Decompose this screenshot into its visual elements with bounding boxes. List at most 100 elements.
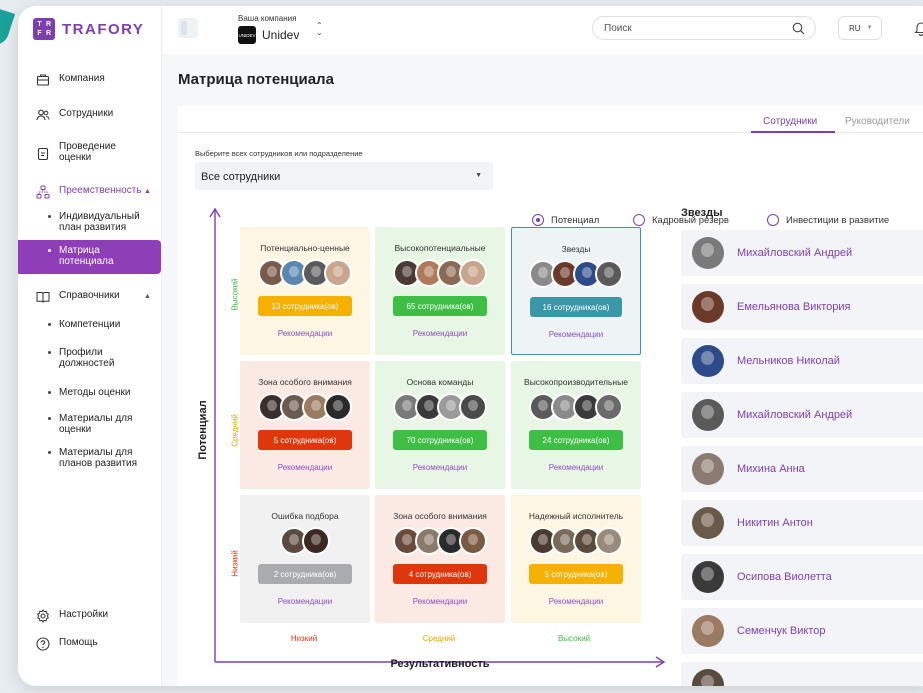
bullet	[48, 323, 51, 326]
list-item[interactable]	[681, 662, 923, 686]
matrix-cell-high-performers[interactable]: Высокопроизводительные 24 сотрудника(ов)…	[511, 361, 641, 489]
help-icon	[36, 637, 50, 651]
sidebar-item-label: Справочники	[59, 290, 120, 301]
sidebar-subitem-label: Матрица потенциала	[59, 245, 114, 267]
sidebar-item-label: Помощь	[59, 637, 98, 648]
tab-employees[interactable]: Сотрудники	[763, 116, 817, 127]
person-name: Михайловский Андрей	[737, 247, 853, 259]
matrix-cell-reliable-performer[interactable]: Надежный исполнитель 5 сотрудника(ов) Ре…	[511, 495, 641, 623]
avatar	[692, 669, 724, 686]
sidebar: TRFR TRAFORY Компания Сотрудники Проведе…	[18, 6, 162, 686]
main-content: Матрица потенциала Сотрудники Руководите…	[162, 54, 923, 686]
company-switch-icon[interactable]: ⌃ ⌄	[316, 22, 323, 37]
list-item[interactable]: Михайловский Андрей	[681, 392, 923, 438]
list-item[interactable]: Мельников Николай	[681, 338, 923, 384]
recommendations-link[interactable]: Рекомендации	[512, 330, 640, 339]
employee-count-button[interactable]: 24 сотрудника(ов)	[529, 430, 623, 450]
sidebar-subitem-label: Материалы для оценки	[59, 413, 133, 435]
matrix-cell-team-core[interactable]: Основа команды 70 сотрудника(ов) Рекомен…	[375, 361, 505, 489]
list-item[interactable]: Осипова Виолетта	[681, 554, 923, 600]
avatar	[302, 527, 330, 555]
person-name: Семенчук Виктор	[737, 625, 826, 637]
book-icon	[36, 292, 50, 303]
y-axis-label: Потенциал	[197, 400, 209, 460]
search-input[interactable]: Поиск	[604, 23, 632, 34]
recommendations-link[interactable]: Рекомендации	[511, 463, 641, 472]
recommendations-link[interactable]: Рекомендации	[240, 597, 370, 606]
recommendations-link[interactable]: Рекомендации	[240, 329, 370, 338]
avatar-group	[240, 259, 370, 287]
logo[interactable]: TRFR TRAFORY	[33, 18, 144, 40]
sidebar-subitem-label: Методы оценки	[59, 387, 131, 398]
radio-button[interactable]	[532, 214, 544, 226]
matrix-cell-special-attention-mid[interactable]: Зона особого внимания 5 сотрудника(ов) Р…	[240, 361, 370, 489]
avatar-group	[511, 393, 641, 421]
users-icon	[36, 109, 50, 121]
y-level-high: Высокий	[230, 278, 240, 311]
recommendations-link[interactable]: Рекомендации	[375, 597, 505, 606]
company-name[interactable]: Unidev	[262, 28, 299, 42]
cell-title: Основа команды	[406, 377, 474, 387]
employee-count-button[interactable]: 16 сотрудника(ов)	[530, 297, 622, 317]
list-item[interactable]: Михина Анна	[681, 446, 923, 492]
list-item[interactable]: Емельянова Виктория	[681, 284, 923, 330]
bell-icon[interactable]	[914, 20, 923, 36]
language-select[interactable]: RU ▼	[838, 16, 882, 40]
employee-count-button[interactable]: 70 сотрудника(ов)	[393, 430, 487, 450]
sidebar-item-label: Сотрудники	[59, 108, 114, 119]
cell-title: Зона особого внимания	[393, 511, 487, 521]
avatar	[692, 291, 724, 323]
language-value: RU	[849, 23, 861, 33]
bullet	[48, 215, 51, 218]
radio-investments[interactable]: Инвестиции в развитие	[767, 214, 889, 226]
logo-mark: TRFR	[33, 18, 55, 40]
employee-count-button[interactable]: 13 сотрудника(ов)	[258, 296, 352, 316]
search-icon[interactable]	[792, 22, 805, 35]
department-select[interactable]: Все сотрудники ▼	[195, 162, 493, 190]
sidebar-subitem-label: Профили должностей	[59, 347, 115, 369]
sidebar-toggle-icon[interactable]	[178, 18, 198, 38]
matrix-cell-potentially-valuable[interactable]: Потенциально-ценные 13 сотрудника(ов) Ре…	[240, 227, 370, 355]
avatar	[595, 393, 623, 421]
bullet	[48, 451, 51, 454]
page-title: Матрица потенциала	[178, 71, 334, 88]
radio-label: Потенциал	[551, 214, 600, 226]
employee-count-button[interactable]: 4 сотрудника(ов)	[393, 564, 487, 584]
clipboard-icon	[37, 147, 49, 161]
employee-count-button[interactable]: 5 сотрудника(ов)	[529, 564, 623, 584]
avatar	[595, 260, 623, 288]
chevron-down-icon: ▼	[475, 172, 482, 179]
cell-title: Высокопроизводительные	[524, 377, 628, 387]
employee-count-button[interactable]: 2 сотрудника(ов)	[258, 564, 352, 584]
tab-managers[interactable]: Руководители	[845, 116, 910, 127]
employee-count-button[interactable]: 5 сотрудника(ов)	[258, 430, 352, 450]
cell-title: Высокопотенциальные	[394, 243, 486, 253]
list-item[interactable]: Михайловский Андрей	[681, 230, 923, 276]
radio-button[interactable]	[767, 214, 779, 226]
stars-list: Михайловский Андрей Емельянова Виктория …	[681, 230, 923, 686]
radio-button[interactable]	[633, 214, 645, 226]
avatar-group	[375, 259, 505, 287]
matrix-cell-high-potential[interactable]: Высокопотенциальные 65 сотрудника(ов) Ре…	[375, 227, 505, 355]
list-item[interactable]: Никитин Антон	[681, 500, 923, 546]
matrix-cell-special-attention-low[interactable]: Зона особого внимания 4 сотрудника(ов) Р…	[375, 495, 505, 623]
search-field[interactable]: Поиск	[592, 16, 816, 40]
radio-potential[interactable]: Потенциал	[532, 214, 599, 226]
person-name: Мельников Николай	[737, 355, 840, 367]
recommendations-link[interactable]: Рекомендации	[511, 597, 641, 606]
list-item[interactable]: Семенчук Виктор	[681, 608, 923, 654]
avatar	[692, 399, 724, 431]
recommendations-link[interactable]: Рекомендации	[375, 329, 505, 338]
matrix-cell-hiring-mistake[interactable]: Ошибка подбора 2 сотрудника(ов) Рекоменд…	[240, 495, 370, 623]
person-name: Никитин Антон	[737, 517, 813, 529]
bullet	[48, 391, 51, 394]
matrix-cell-stars[interactable]: Звезды 16 сотрудника(ов) Рекомендации	[511, 227, 641, 355]
avatar	[692, 237, 724, 269]
employee-count-button[interactable]: 65 сотрудника(ов)	[393, 296, 487, 316]
building-icon	[36, 74, 50, 86]
recommendations-link[interactable]: Рекомендации	[240, 463, 370, 472]
person-name: Осипова Виолетта	[737, 571, 832, 583]
avatar	[692, 507, 724, 539]
avatar-group	[511, 527, 641, 555]
recommendations-link[interactable]: Рекомендации	[375, 463, 505, 472]
